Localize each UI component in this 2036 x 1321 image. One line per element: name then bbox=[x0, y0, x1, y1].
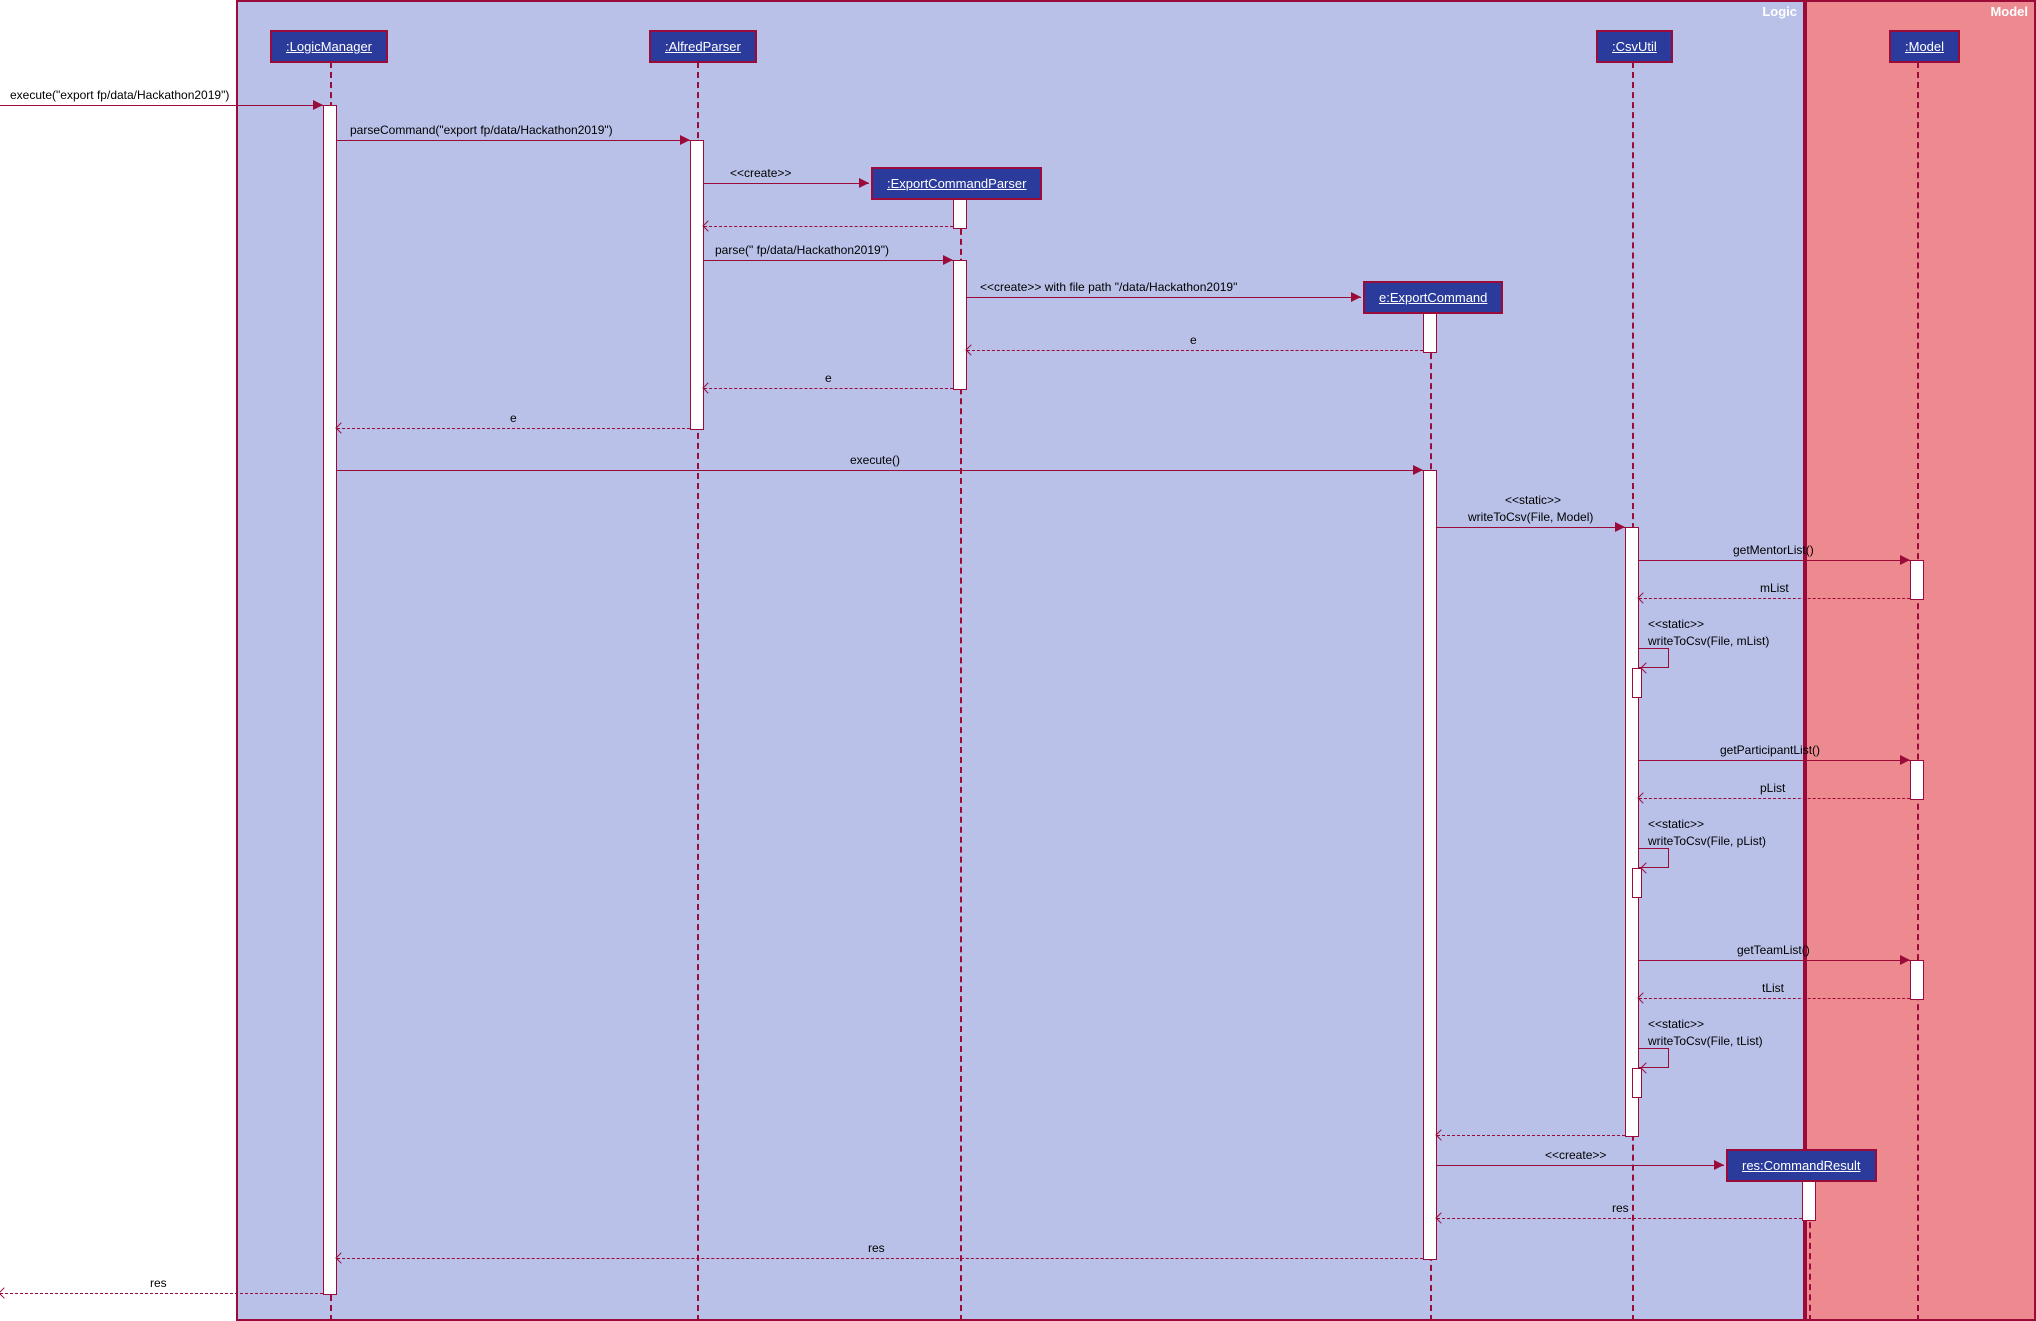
obj-csvutil: :CsvUtil bbox=[1596, 30, 1673, 63]
label-m11: getMentorList() bbox=[1733, 543, 1814, 557]
label-m1: execute("export fp/data/Hackathon2019") bbox=[10, 88, 229, 102]
label-m19b: writeToCsv(File, tList) bbox=[1648, 1034, 1763, 1048]
act-csvutil-self1 bbox=[1632, 668, 1642, 698]
return-tlist bbox=[1639, 998, 1910, 999]
label-m7: e bbox=[825, 371, 832, 385]
label-m2: parseCommand("export fp/data/Hackathon20… bbox=[350, 123, 613, 137]
arrowhead-open bbox=[0, 1287, 10, 1298]
msg-create-commandresult bbox=[1437, 1165, 1724, 1166]
label-m13a: <<static>> bbox=[1648, 617, 1704, 631]
msg-parse bbox=[704, 260, 953, 261]
arrowhead bbox=[859, 178, 869, 188]
obj-commandresult: res:CommandResult bbox=[1726, 1149, 1877, 1182]
label-m10a: <<static>> bbox=[1505, 493, 1561, 507]
return-create-parser bbox=[704, 226, 953, 227]
act-csvutil-self3 bbox=[1632, 1068, 1642, 1098]
arrowhead bbox=[1900, 555, 1910, 565]
label-m9: execute() bbox=[850, 453, 900, 467]
sequence-diagram: Logic Model :LogicManager :AlfredParser … bbox=[0, 0, 2036, 1321]
act-exportcommandparser-1 bbox=[953, 199, 967, 229]
arrowhead bbox=[680, 135, 690, 145]
label-m14: getParticipantList() bbox=[1720, 743, 1820, 757]
obj-logicmanager: :LogicManager bbox=[270, 30, 388, 63]
arrowhead bbox=[1615, 522, 1625, 532]
act-csvutil bbox=[1625, 527, 1639, 1137]
act-exportcommandparser-2 bbox=[953, 260, 967, 390]
frame-model-title: Model bbox=[1990, 4, 2028, 19]
act-logicmanager bbox=[323, 105, 337, 1295]
msg-execute-in bbox=[0, 105, 323, 106]
arrowhead bbox=[943, 255, 953, 265]
return-res-1 bbox=[1437, 1218, 1802, 1219]
frame-logic-title: Logic bbox=[1762, 4, 1797, 19]
label-m5: <<create>> with file path "/data/Hackath… bbox=[980, 280, 1237, 294]
label-m16b: writeToCsv(File, pList) bbox=[1648, 834, 1766, 848]
label-m18: tList bbox=[1762, 981, 1784, 995]
label-m16a: <<static>> bbox=[1648, 817, 1704, 831]
label-m3: <<create>> bbox=[730, 166, 791, 180]
label-m19a: <<static>> bbox=[1648, 1017, 1704, 1031]
return-e-2 bbox=[704, 388, 953, 389]
label-m22: res bbox=[868, 1241, 885, 1255]
label-m13b: writeToCsv(File, mList) bbox=[1648, 634, 1769, 648]
msg-getteamlist bbox=[1639, 960, 1910, 961]
label-m8: e bbox=[510, 411, 517, 425]
act-model-1 bbox=[1910, 560, 1924, 600]
msg-writetocsv-model bbox=[1437, 527, 1625, 528]
msg-create-exportcommand bbox=[967, 297, 1361, 298]
msg-getmentorlist bbox=[1639, 560, 1910, 561]
act-model-3 bbox=[1910, 960, 1924, 1000]
obj-exportcommand: e:ExportCommand bbox=[1363, 281, 1503, 314]
label-m21: res bbox=[1612, 1201, 1629, 1215]
obj-exportcommandparser: :ExportCommandParser bbox=[871, 167, 1042, 200]
msg-parsecommand bbox=[337, 140, 690, 141]
label-m6: e bbox=[1190, 333, 1197, 347]
act-csvutil-self2 bbox=[1632, 868, 1642, 898]
label-m17: getTeamList() bbox=[1737, 943, 1810, 957]
label-m20: <<create>> bbox=[1545, 1148, 1606, 1162]
arrowhead bbox=[1900, 955, 1910, 965]
return-res-out bbox=[0, 1293, 323, 1294]
msg-execute bbox=[337, 470, 1423, 471]
label-m15: pList bbox=[1760, 781, 1785, 795]
label-m4: parse(" fp/data/Hackathon2019") bbox=[715, 243, 889, 257]
act-exportcommand-1 bbox=[1423, 313, 1437, 353]
label-m12: mList bbox=[1760, 581, 1789, 595]
msg-create-parser bbox=[704, 183, 869, 184]
return-e-3 bbox=[337, 428, 690, 429]
return-csvutil bbox=[1437, 1135, 1625, 1136]
arrowhead bbox=[1413, 465, 1423, 475]
act-model-2 bbox=[1910, 760, 1924, 800]
label-m10b: writeToCsv(File, Model) bbox=[1468, 510, 1593, 524]
obj-alfredparser: :AlfredParser bbox=[649, 30, 757, 63]
label-m23: res bbox=[150, 1276, 167, 1290]
arrowhead bbox=[313, 100, 323, 110]
return-e-1 bbox=[967, 350, 1423, 351]
lifeline-model bbox=[1917, 62, 1919, 1321]
arrowhead bbox=[1714, 1160, 1724, 1170]
arrowhead bbox=[1351, 292, 1361, 302]
return-res-2 bbox=[337, 1258, 1423, 1259]
act-exportcommand-2 bbox=[1423, 470, 1437, 1260]
act-commandresult bbox=[1802, 1181, 1816, 1221]
frame-model: Model bbox=[1805, 0, 2036, 1321]
msg-getparticipantlist bbox=[1639, 760, 1910, 761]
return-plist bbox=[1639, 798, 1910, 799]
arrowhead bbox=[1900, 755, 1910, 765]
return-mlist bbox=[1639, 598, 1910, 599]
obj-model: :Model bbox=[1889, 30, 1960, 63]
